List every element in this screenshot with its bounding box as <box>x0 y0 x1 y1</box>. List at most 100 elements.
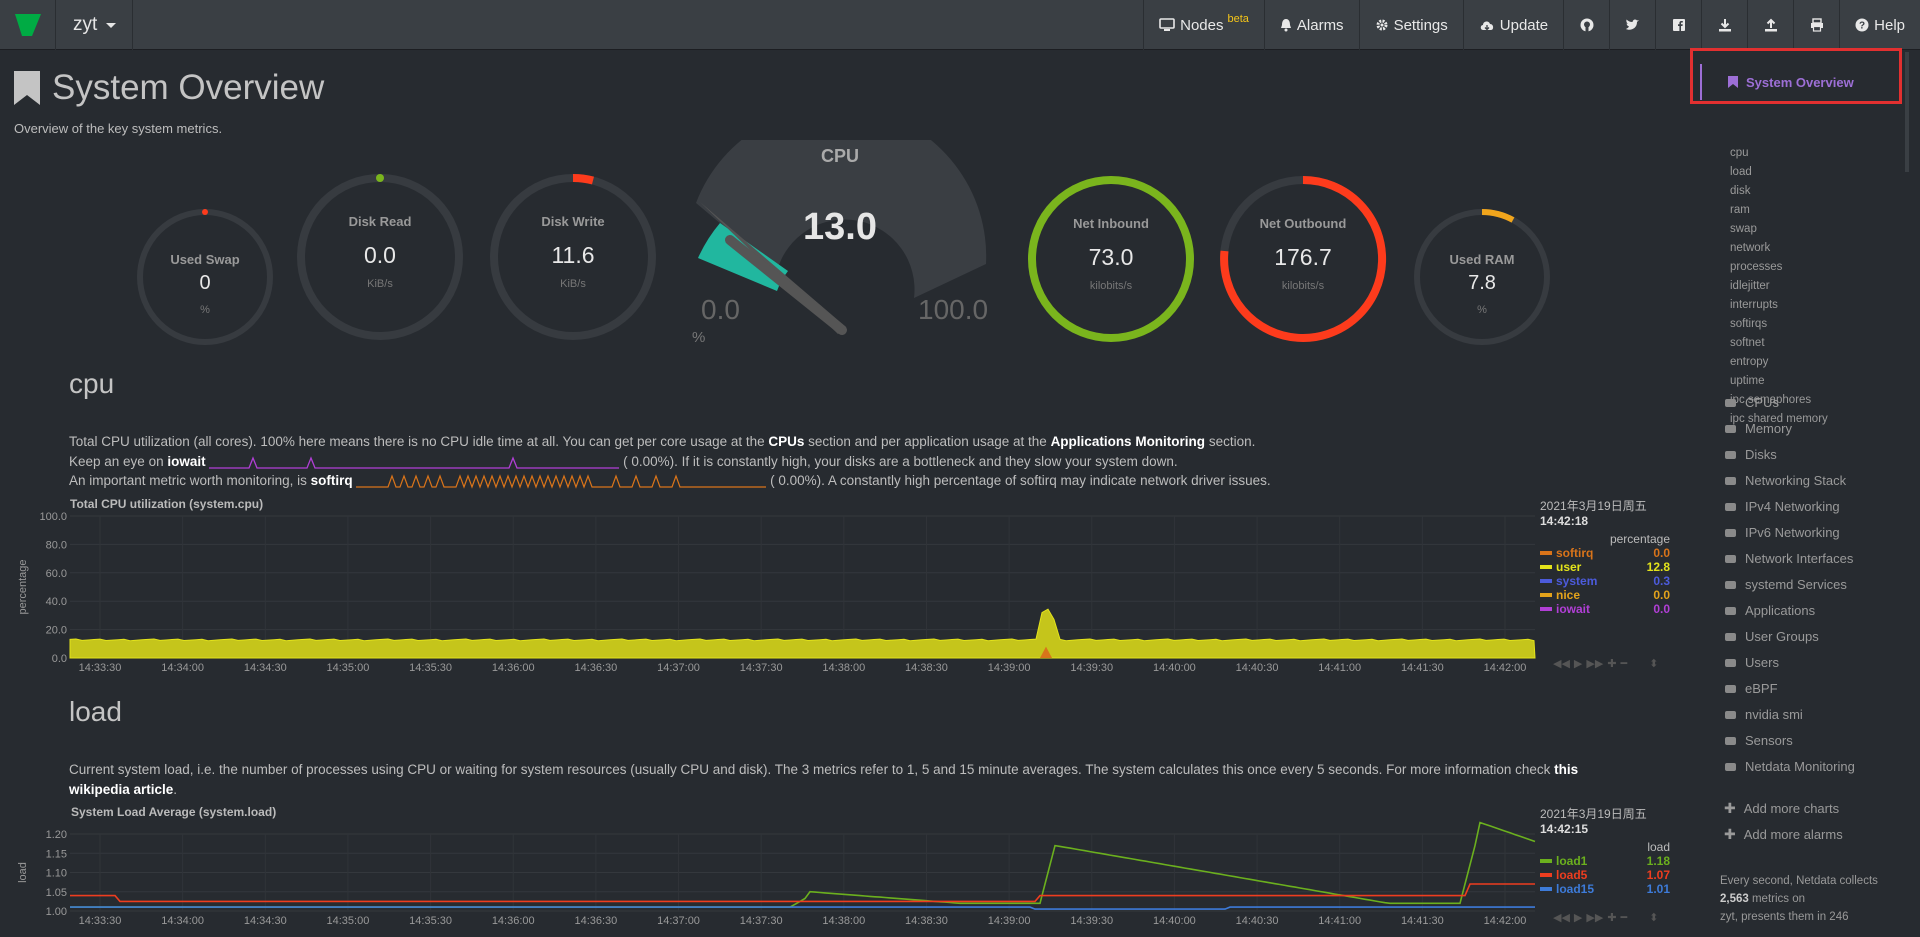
add-more-alarms-link[interactable]: ✚ Add more alarms <box>1724 826 1843 843</box>
cpus-link[interactable]: CPUs <box>768 434 804 449</box>
this-link[interactable]: this <box>1554 762 1578 777</box>
softirq-sparkline[interactable] <box>356 473 767 490</box>
net-outbound-gauge[interactable]: Net Outbound 176.7 kilobits/s <box>1218 174 1388 344</box>
sidebar-category-systemd-services[interactable]: systemd Services <box>1724 577 1847 592</box>
sidebar-category-user-groups[interactable]: User Groups <box>1724 629 1819 644</box>
memory-icon <box>1725 424 1736 433</box>
cpu-utilization-chart[interactable]: 100.0 80.0 60.0 40.0 20.0 0.0 14:33:30 14:34:00… <box>0 508 1540 678</box>
print-button[interactable] <box>1793 0 1839 50</box>
sidebar-subitem-softnet[interactable]: softnet <box>1730 337 1765 349</box>
category-label: Disks <box>1745 447 1777 462</box>
sidebar-subitem-uptime[interactable]: uptime <box>1730 375 1765 387</box>
pan-left-icon[interactable]: ◀◀ <box>1553 911 1570 924</box>
play-icon[interactable]: ▶ <box>1574 911 1582 924</box>
legend-name: iowait <box>1556 602 1591 616</box>
sidebar-category-cpus[interactable]: CPUs <box>1724 395 1779 410</box>
legend-item-user[interactable]: user 12.8 <box>1540 560 1670 574</box>
legend-value: 1.18 <box>1646 854 1670 868</box>
zoom-in-icon[interactable]: ✚ <box>1607 911 1616 924</box>
pan-left-icon[interactable]: ◀◀ <box>1553 657 1570 670</box>
sidebar-subitem-disk[interactable]: disk <box>1730 185 1750 197</box>
nodes-label: Nodes <box>1180 16 1224 34</box>
host-selector[interactable]: zyt <box>57 0 133 50</box>
sidebar-category-network-interfaces[interactable]: Network Interfaces <box>1724 551 1853 566</box>
cpu-chart-controls: ◀◀ ▶ ▶▶ ✚ ━ ⬍ <box>1553 657 1658 670</box>
legend-swatch <box>1540 887 1552 891</box>
play-icon[interactable]: ▶ <box>1574 657 1582 670</box>
sidebar-subitem-processes[interactable]: processes <box>1730 261 1782 273</box>
y-tick-label: 1.15 <box>46 848 67 860</box>
legend-item-load5[interactable]: load5 1.07 <box>1540 868 1670 882</box>
iowait-sparkline[interactable] <box>209 454 620 470</box>
twitter-button[interactable] <box>1609 0 1655 50</box>
category-label: Users <box>1745 655 1779 670</box>
legend-item-nice[interactable]: nice 0.0 <box>1540 588 1670 602</box>
load1-series-line <box>70 821 1536 908</box>
github-icon <box>1580 18 1594 32</box>
sidebar-subitem-swap[interactable]: swap <box>1730 223 1757 235</box>
sidebar-subitem-entropy[interactable]: entropy <box>1730 356 1768 368</box>
sidebar-category-ipv4-networking[interactable]: IPv4 Networking <box>1724 499 1840 514</box>
sidebar-footer: Every second, Netdata collects 2,563 met… <box>1720 872 1890 926</box>
zoom-out-icon[interactable]: ━ <box>1621 657 1628 670</box>
netdata-logo[interactable] <box>0 0 56 50</box>
resize-icon[interactable]: ⬍ <box>1649 657 1658 670</box>
zoom-in-icon[interactable]: ✚ <box>1607 657 1616 670</box>
sidebar-subitem-ram[interactable]: ram <box>1730 204 1750 216</box>
x-tick-label: 14:37:30 <box>740 662 783 674</box>
cpu-desc-text-3a: An important metric worth monitoring, is <box>69 473 311 488</box>
settings-button[interactable]: Settings <box>1358 0 1463 50</box>
add-more-charts-link[interactable]: ✚ Add more charts <box>1724 800 1839 817</box>
sidebar-category-ebpf[interactable]: eBPF <box>1724 681 1778 696</box>
zoom-out-icon[interactable]: ━ <box>1621 911 1628 924</box>
sidebar-item-system-overview[interactable]: System Overview <box>1700 64 1912 100</box>
legend-item-iowait[interactable]: iowait 0.0 <box>1540 602 1670 616</box>
help-button[interactable]: ? Help <box>1839 0 1920 50</box>
cpu-desc-text-2c: ( 0.00%). If it is constantly high, your… <box>623 453 1178 469</box>
sidebar-category-nvidia-smi[interactable]: nvidia smi <box>1724 707 1803 722</box>
applications-monitoring-link[interactable]: Applications Monitoring <box>1051 434 1206 449</box>
load5-series-line <box>70 883 1535 903</box>
sidebar-category-sensors[interactable]: Sensors <box>1724 733 1793 748</box>
legend-item-softirq[interactable]: softirq 0.0 <box>1540 546 1670 560</box>
legend-item-load1[interactable]: load1 1.18 <box>1540 854 1670 868</box>
sidebar-subitem-interrupts[interactable]: interrupts <box>1730 299 1778 311</box>
update-button[interactable]: Update <box>1462 0 1563 50</box>
upload-button[interactable] <box>1747 0 1793 50</box>
cpu-desc-text-1c: section. <box>1205 434 1256 449</box>
sidebar-category-applications[interactable]: Applications <box>1724 603 1815 618</box>
legend-item-load15[interactable]: load15 1.01 <box>1540 882 1670 896</box>
facebook-button[interactable] <box>1655 0 1701 50</box>
resize-icon[interactable]: ⬍ <box>1649 911 1658 924</box>
pan-right-icon[interactable]: ▶▶ <box>1586 657 1603 670</box>
load-average-chart[interactable]: 1.20 1.15 1.10 1.05 1.00 14:33:30 14:34:00 14:3… <box>0 816 1540 937</box>
legend-item-system[interactable]: system 0.3 <box>1540 574 1670 588</box>
sidebar-subitem-network[interactable]: network <box>1730 242 1770 254</box>
sidebar-subitem-cpu[interactable]: cpu <box>1730 147 1749 159</box>
sidebar-category-users[interactable]: Users <box>1724 655 1779 670</box>
x-tick-label: 14:39:00 <box>988 915 1031 927</box>
sidebar-scrollbar[interactable] <box>1905 52 1909 172</box>
download-button[interactable] <box>1701 0 1747 50</box>
sidebar-category-memory[interactable]: Memory <box>1724 421 1792 436</box>
used-ram-gauge[interactable]: Used RAM 7.8 % <box>1412 207 1552 347</box>
wikipedia-article-link[interactable]: wikipedia article <box>69 782 173 797</box>
x-tick-label: 14:37:30 <box>740 915 783 927</box>
sidebar-category-networking-stack[interactable]: Networking Stack <box>1724 473 1846 488</box>
sidebar-subitem-idlejitter[interactable]: idlejitter <box>1730 280 1770 292</box>
sidebar-category-netdata-monitoring[interactable]: Netdata Monitoring <box>1724 759 1855 774</box>
x-tick-label: 14:34:30 <box>244 662 287 674</box>
sidebar-subitem-softirqs[interactable]: softirqs <box>1730 318 1767 330</box>
net-inbound-gauge[interactable]: Net Inbound 73.0 kilobits/s <box>1026 174 1196 344</box>
sidebar-category-disks[interactable]: Disks <box>1724 447 1777 462</box>
netdata-logo-icon <box>14 14 41 36</box>
github-button[interactable] <box>1563 0 1609 50</box>
x-tick-label: 14:34:00 <box>161 915 204 927</box>
sidebar-subitem-load[interactable]: load <box>1730 166 1752 178</box>
sidebar-category-ipv6-networking[interactable]: IPv6 Networking <box>1724 525 1840 540</box>
pan-right-icon[interactable]: ▶▶ <box>1586 911 1603 924</box>
x-tick-label: 14:42:00 <box>1484 662 1527 674</box>
nodes-button[interactable]: Nodes beta <box>1143 0 1264 50</box>
alarms-button[interactable]: Alarms <box>1263 0 1359 50</box>
footer-text-a: Every second, Netdata collects <box>1720 875 1878 887</box>
